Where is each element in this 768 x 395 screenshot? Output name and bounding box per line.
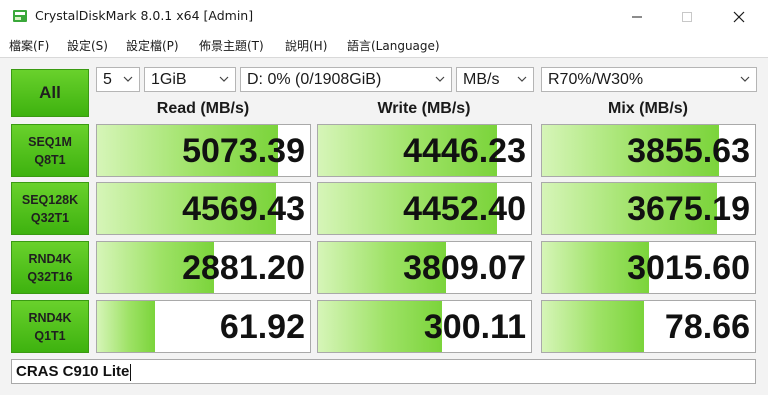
result-value: 4446.23 xyxy=(403,132,526,170)
test-params: Q1T1 xyxy=(34,328,66,343)
maximize-icon xyxy=(682,11,692,22)
result-value: 61.92 xyxy=(219,308,305,346)
test-name: SEQ128K xyxy=(21,192,79,207)
window-title: CrystalDiskMark 8.0.1 x64 [Admin] xyxy=(35,8,254,23)
result-value: 5073.39 xyxy=(182,132,305,170)
crystaldiskmark-app-icon xyxy=(13,10,27,22)
test-count-value: 5 xyxy=(103,71,112,88)
result-cell-mix: 78.66 xyxy=(541,300,756,353)
seq128k-q32t1-button[interactable]: SEQ128K Q32T1 xyxy=(11,182,89,235)
result-value: 78.66 xyxy=(664,308,750,346)
unit-value: MB/s xyxy=(463,71,500,88)
test-name: RND4K xyxy=(28,251,72,266)
chevron-down-icon xyxy=(435,76,445,82)
read-column-header: Read (MB/s) xyxy=(156,100,250,117)
result-value: 300.11 xyxy=(423,308,526,346)
result-cell-mix: 3015.60 xyxy=(541,241,756,294)
menu-settings[interactable]: 設定(S) xyxy=(67,37,108,54)
unit-select[interactable]: MB/s xyxy=(456,67,534,92)
menu-file[interactable]: 檔案(F) xyxy=(9,37,49,54)
run-all-button[interactable]: All xyxy=(11,69,89,117)
menu-profile[interactable]: 設定檔(P) xyxy=(126,37,179,54)
menu-help[interactable]: 說明(H) xyxy=(285,37,327,54)
result-value: 2881.20 xyxy=(182,249,305,287)
result-value: 4452.40 xyxy=(403,190,526,228)
test-count-select[interactable]: 5 xyxy=(96,67,140,92)
comment-input[interactable]: CRAS C910 Lite xyxy=(11,359,756,384)
title-bar: CrystalDiskMark 8.0.1 x64 [Admin] xyxy=(0,0,768,33)
maximize-button[interactable] xyxy=(664,0,710,33)
chevron-down-icon xyxy=(219,76,229,82)
result-cell-mix: 3675.19 xyxy=(541,182,756,235)
result-cell-read: 2881.20 xyxy=(96,241,311,294)
write-column-header: Write (MB/s) xyxy=(377,100,471,117)
rnd4k-q32t16-button[interactable]: RND4K Q32T16 xyxy=(11,241,89,294)
menu-theme[interactable]: 佈景主題(T) xyxy=(199,37,264,54)
result-cell-write: 300.11 xyxy=(317,300,532,353)
menu-bar: 檔案(F) 設定(S) 設定檔(P) 佈景主題(T) 說明(H) 語言(Lang… xyxy=(0,33,768,57)
result-value: 3675.19 xyxy=(627,190,750,228)
minimize-icon xyxy=(632,16,642,17)
test-name: SEQ1M xyxy=(28,134,72,149)
result-cell-read: 61.92 xyxy=(96,300,311,353)
test-params: Q32T16 xyxy=(27,269,73,284)
close-icon xyxy=(733,11,745,22)
test-name: RND4K xyxy=(28,310,72,325)
result-cell-read: 4569.43 xyxy=(96,182,311,235)
comment-text: CRAS C910 Lite xyxy=(16,363,130,380)
test-params: Q32T1 xyxy=(30,210,70,225)
mix-column-header: Mix (MB/s) xyxy=(608,100,688,117)
test-size-select[interactable]: 1GiB xyxy=(144,67,236,92)
test-params: Q8T1 xyxy=(34,152,66,167)
rnd4k-q1t1-button[interactable]: RND4K Q1T1 xyxy=(11,300,89,353)
mix-profile-value: R70%/W30% xyxy=(548,71,644,88)
menu-language[interactable]: 語言(Language) xyxy=(347,37,440,54)
chevron-down-icon xyxy=(517,76,527,82)
mix-profile-select[interactable]: R70%/W30% xyxy=(541,67,757,92)
result-cell-read: 5073.39 xyxy=(96,124,311,177)
result-cell-write: 4452.40 xyxy=(317,182,532,235)
result-cell-mix: 3855.63 xyxy=(541,124,756,177)
drive-select[interactable]: D: 0% (0/1908GiB) xyxy=(240,67,452,92)
chevron-down-icon xyxy=(740,76,750,82)
result-value: 4569.43 xyxy=(182,190,305,228)
test-size-value: 1GiB xyxy=(151,71,187,88)
result-bar xyxy=(97,301,155,352)
result-bar xyxy=(542,301,645,352)
seq1m-q8t1-button[interactable]: SEQ1M Q8T1 xyxy=(11,124,89,177)
drive-value: D: 0% (0/1908GiB) xyxy=(247,71,382,88)
text-caret xyxy=(130,363,132,381)
result-cell-write: 4446.23 xyxy=(317,124,532,177)
chevron-down-icon xyxy=(123,76,133,82)
result-value: 3015.60 xyxy=(627,249,750,287)
result-cell-write: 3809.07 xyxy=(317,241,532,294)
result-value: 3855.63 xyxy=(627,132,750,170)
close-button[interactable] xyxy=(716,0,762,33)
minimize-button[interactable] xyxy=(614,0,660,33)
result-value: 3809.07 xyxy=(403,249,526,287)
